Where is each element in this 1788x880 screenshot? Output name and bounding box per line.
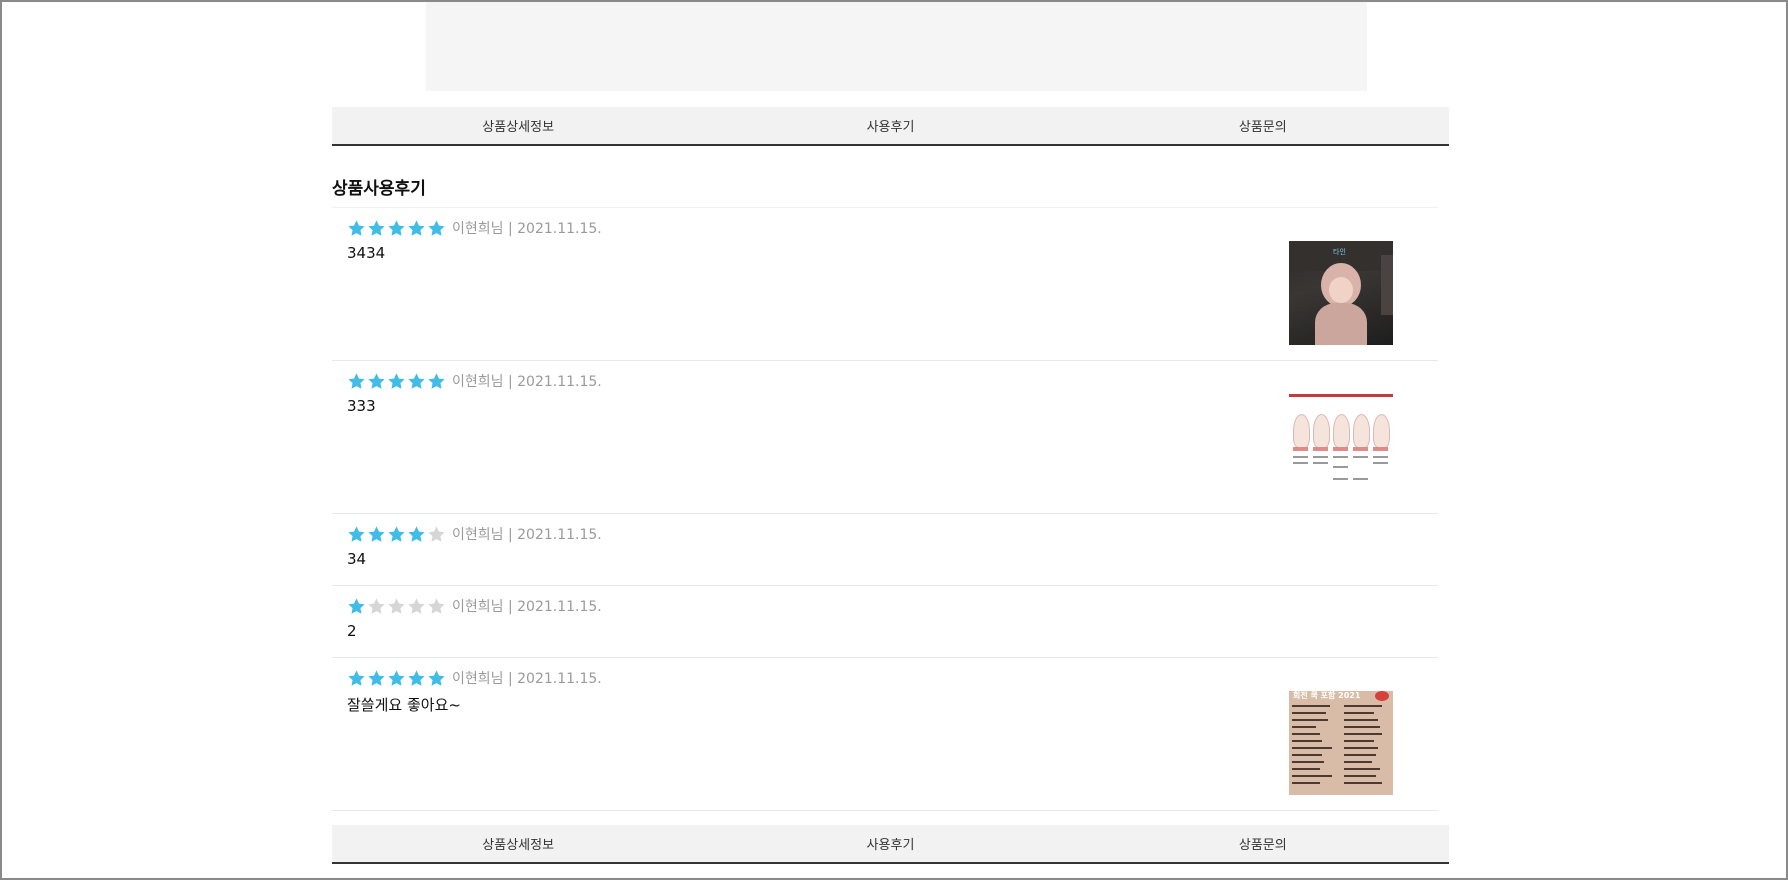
rating-stars (347, 597, 447, 616)
star-icon (368, 597, 385, 614)
star-icon (388, 372, 405, 389)
review-item: 이현희님 | 2021.11.15. 34 (332, 514, 1438, 586)
review-meta: 이현희님 | 2021.11.15. (347, 370, 602, 392)
review-thumbnail[interactable]: 타인 (1289, 241, 1393, 345)
star-icon (408, 525, 425, 542)
star-icon (388, 597, 405, 614)
review-byline: 이현희님 | 2021.11.15. (452, 527, 602, 543)
review-item: 이현희님 | 2021.11.15. 3434 타인 (332, 208, 1438, 361)
star-icon (368, 525, 385, 542)
review-content: 2 (347, 622, 357, 640)
review-list: 이현희님 | 2021.11.15. 3434 타인 이현희님 | 2021.1… (332, 207, 1438, 811)
star-icon (348, 525, 365, 542)
star-icon (408, 597, 425, 614)
rating-stars (347, 372, 447, 391)
tab-bar-top: 상품상세정보 사용후기 상품문의 (332, 107, 1449, 146)
section-title: 상품사용후기 (332, 179, 426, 199)
star-icon (388, 219, 405, 236)
tab-inquiry[interactable]: 상품문의 (1077, 107, 1449, 144)
review-meta: 이현희님 | 2021.11.15. (347, 595, 602, 617)
review-meta: 이현희님 | 2021.11.15. (347, 523, 602, 545)
star-icon (428, 669, 445, 686)
thumbnail-caption: 타인 (1333, 248, 1346, 256)
star-icon (368, 669, 385, 686)
review-content: 333 (347, 397, 376, 415)
rating-stars (347, 669, 447, 688)
star-icon (428, 525, 445, 542)
star-icon (428, 372, 445, 389)
tab-reviews[interactable]: 사용후기 (704, 825, 1076, 862)
star-icon (368, 372, 385, 389)
star-icon (408, 219, 425, 236)
star-icon (388, 669, 405, 686)
review-byline: 이현희님 | 2021.11.15. (452, 671, 602, 687)
rating-stars (347, 219, 447, 238)
star-icon (348, 597, 365, 614)
star-icon (348, 219, 365, 236)
star-icon (408, 669, 425, 686)
review-meta: 이현희님 | 2021.11.15. (347, 217, 602, 239)
review-thumbnail[interactable] (1289, 394, 1393, 498)
review-content: 34 (347, 550, 367, 568)
review-byline: 이현희님 | 2021.11.15. (452, 599, 602, 615)
tab-inquiry[interactable]: 상품문의 (1077, 825, 1449, 862)
star-icon (428, 219, 445, 236)
star-icon (348, 669, 365, 686)
top-banner (426, 2, 1367, 91)
review-thumbnail[interactable]: 회전 쿡 포함 2021 (1289, 691, 1393, 795)
star-icon (408, 372, 425, 389)
review-meta: 이현희님 | 2021.11.15. (347, 667, 602, 689)
page-frame: 상품상세정보 사용후기 상품문의 상품사용후기 이현희님 | 2021.11.1… (0, 0, 1788, 880)
rating-stars (347, 525, 447, 544)
star-icon (388, 525, 405, 542)
tab-product-detail[interactable]: 상품상세정보 (332, 107, 704, 144)
review-content: 잘쓸게요 좋아요~ (347, 696, 461, 714)
tab-product-detail[interactable]: 상품상세정보 (332, 825, 704, 862)
review-item: 이현희님 | 2021.11.15. 333 (332, 361, 1438, 514)
review-item: 이현희님 | 2021.11.15. 2 (332, 586, 1438, 658)
tab-reviews[interactable]: 사용후기 (704, 107, 1076, 144)
review-byline: 이현희님 | 2021.11.15. (452, 374, 602, 390)
review-content: 3434 (347, 244, 386, 262)
star-icon (368, 219, 385, 236)
star-icon (428, 597, 445, 614)
star-icon (348, 372, 365, 389)
review-item: 이현희님 | 2021.11.15. 잘쓸게요 좋아요~ 회전 쿡 포함 202… (332, 658, 1438, 811)
tab-bar-bottom: 상품상세정보 사용후기 상품문의 (332, 825, 1449, 864)
review-byline: 이현희님 | 2021.11.15. (452, 221, 602, 237)
thumbnail-title: 회전 쿡 포함 2021 (1293, 691, 1361, 700)
